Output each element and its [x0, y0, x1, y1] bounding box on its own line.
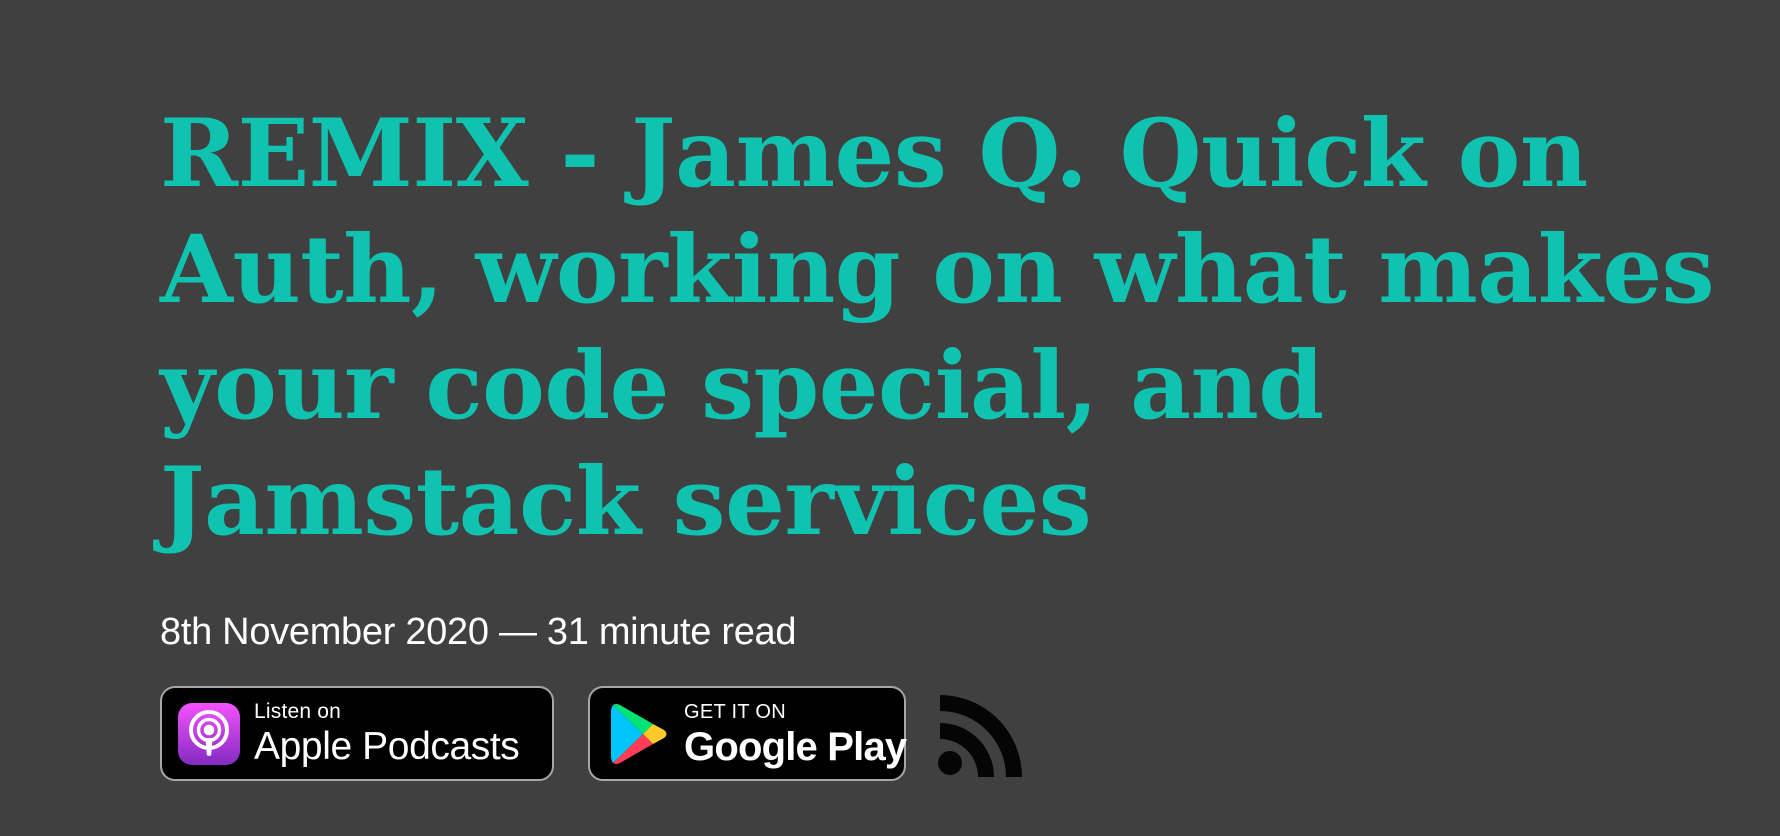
google-play-button[interactable]: GET IT ON Google Play: [588, 686, 907, 781]
google-play-name: Google Play: [684, 724, 907, 769]
google-play-icon: [611, 703, 667, 764]
listen-on-label: Listen on: [254, 699, 342, 723]
article-header: REMIX - James Q. Quick on Auth, working …: [160, 96, 1720, 781]
apple-podcasts-icon: [178, 702, 240, 765]
podcast-subscribe-links: Listen on Apple Podcasts GET IT ON Googl…: [160, 686, 1720, 781]
apple-podcasts-name: Apple Podcasts: [254, 724, 520, 768]
get-it-on-label: GET IT ON: [684, 700, 786, 723]
read-time: 31 minute read: [546, 611, 797, 653]
article-meta: 8th November 2020 — 31 minute read: [160, 610, 1720, 654]
rss-feed-link[interactable]: [936, 691, 1022, 777]
page-title: REMIX - James Q. Quick on Auth, working …: [160, 99, 1715, 557]
meta-separator: —: [498, 611, 537, 653]
rss-feed-icon: [938, 694, 1022, 777]
google-play-label: GET IT ON Google Play: [684, 700, 907, 769]
apple-podcasts-button[interactable]: Listen on Apple Podcasts: [160, 686, 554, 781]
publish-date: 8th November 2020: [160, 611, 489, 653]
apple-podcasts-label: Listen on Apple Podcasts: [254, 699, 520, 768]
